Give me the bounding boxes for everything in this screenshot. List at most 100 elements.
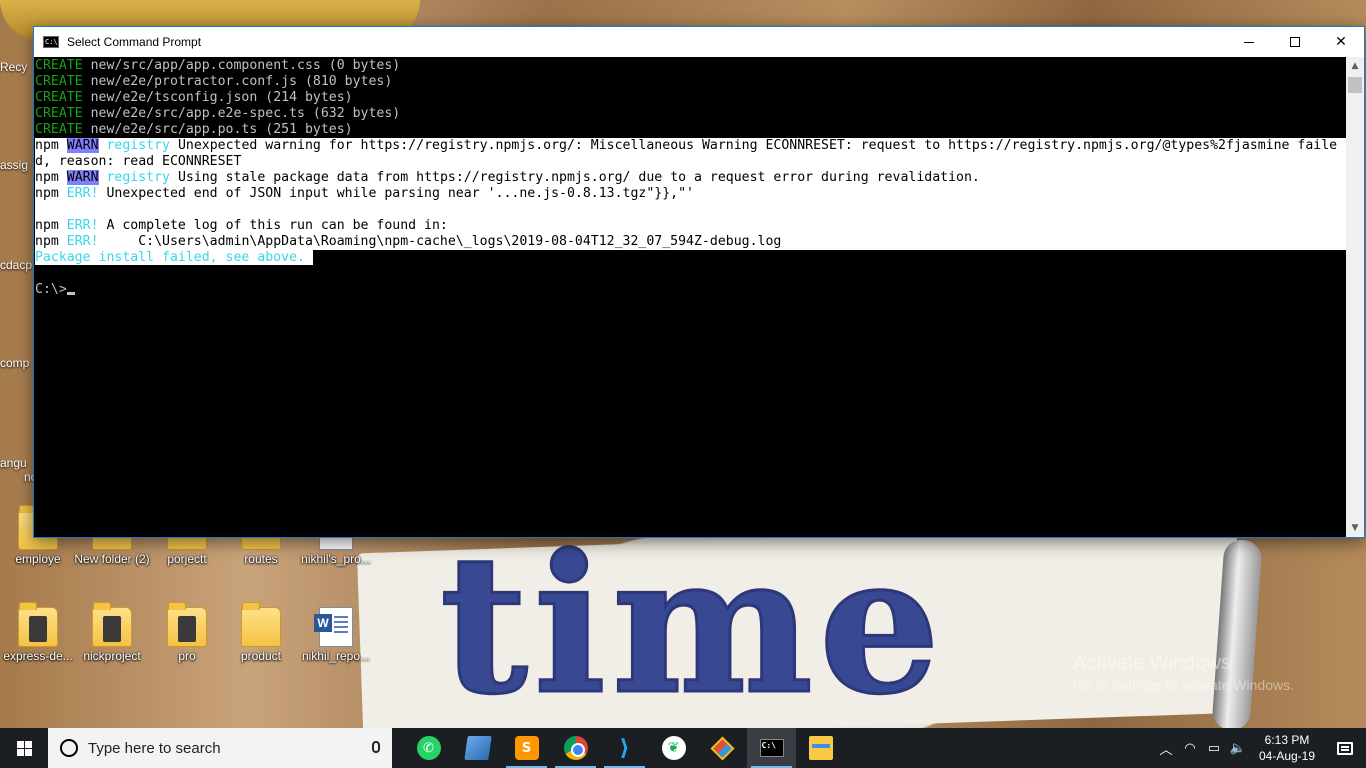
battery-icon[interactable]: ▭ [1202, 728, 1226, 768]
computer-icon [463, 736, 492, 760]
terminal-line: Package install failed, see above. [35, 250, 1347, 266]
desktop-icon-pro[interactable]: pro [149, 602, 225, 663]
maximize-button[interactable] [1272, 27, 1318, 57]
close-button[interactable]: ✕ [1318, 27, 1364, 57]
terminal-line-selected: d, reason: read ECONNRESET [35, 154, 1347, 170]
cmd-icon: C:\ [759, 739, 784, 757]
err-tag: ERR! [66, 186, 99, 201]
taskbar-app-sublime[interactable]: S [502, 728, 551, 768]
terminal-line-selected: npm ERR! Unexpected end of JSON input wh… [35, 186, 1347, 202]
create-tag: CREATE [35, 90, 83, 105]
text-cursor [66, 292, 75, 295]
create-tag: CREATE [35, 58, 83, 73]
clock-time: 6:13 PM [1264, 733, 1310, 747]
prompt-text: C:\> [35, 282, 67, 297]
desktop-icon-label: porjectt [167, 552, 207, 566]
desktop-icon-label-partial[interactable]: comp [0, 356, 29, 370]
terminal-text: new/e2e/src/app.e2e-spec.ts (632 bytes) [82, 106, 401, 121]
terminal-prompt-line[interactable]: C:\> [35, 282, 1347, 298]
start-button[interactable] [0, 728, 48, 768]
install-failed-text: Package install failed, see above. [35, 250, 313, 265]
clock-date: 04-Aug-19 [1258, 749, 1316, 763]
desktop-icon-express-de[interactable]: express-de... [0, 602, 76, 663]
desktop-icon-label-partial[interactable]: assig [0, 158, 28, 172]
terminal-text: Unexpected end of JSON input while parsi… [98, 186, 694, 201]
taskbar-app-vscode[interactable]: ⟩ [600, 728, 649, 768]
taskbar-clock[interactable]: 6:13 PM 04-Aug-19 [1250, 732, 1324, 764]
search-placeholder: Type here to search [88, 739, 221, 757]
command-prompt-window[interactable]: C:\ Select Command Prompt ✕ CREATE new/s… [33, 26, 1365, 538]
desktop-icon-label-partial[interactable]: Recy [0, 60, 27, 74]
window-titlebar[interactable]: C:\ Select Command Prompt ✕ [34, 27, 1364, 57]
activate-windows-title: Activate Windows [1073, 652, 1231, 674]
npm-prefix: npm [35, 138, 67, 153]
terminal-text: A complete log of this run can be found … [98, 218, 448, 233]
warn-tag: WARN [66, 138, 99, 153]
npm-prefix: npm [35, 186, 67, 201]
terminal-output[interactable]: CREATE new/src/app/app.component.css (0 … [34, 57, 1347, 537]
taskbar-app-whatsapp[interactable]: ✆ [404, 728, 453, 768]
npm-prefix: npm [35, 170, 67, 185]
desktop-icon-label-partial[interactable]: angu [0, 456, 27, 470]
create-tag: CREATE [35, 106, 83, 121]
taskbar-app-file-explorer[interactable] [796, 728, 845, 768]
sublime-icon: S [514, 736, 539, 760]
cortana-search-icon [60, 739, 78, 757]
folder-icon [808, 736, 833, 760]
minimize-button[interactable] [1226, 27, 1272, 57]
desktop-icon-label: pro [178, 649, 196, 663]
scroll-down-arrow-icon[interactable]: ▼ [1346, 519, 1364, 537]
err-tag: ERR! [66, 218, 99, 233]
terminal-line: CREATE new/e2e/tsconfig.json (214 bytes) [35, 90, 1347, 106]
desktop-icon-nikhil-repo[interactable]: nikhil_repo... [298, 607, 374, 663]
terminal-text: new/e2e/src/app.po.ts (251 bytes) [82, 122, 353, 137]
activate-windows-subtitle: Go to Settings to activate Windows. [1073, 677, 1294, 693]
taskbar-search-box[interactable]: Type here to search [48, 728, 392, 768]
terminal-text: Using stale package data from https://re… [170, 170, 980, 185]
create-tag: CREATE [35, 74, 83, 89]
vscode-icon: ⟩ [619, 735, 630, 761]
wifi-icon[interactable]: ◠ [1178, 728, 1202, 768]
terminal-line: CREATE new/e2e/src/app.e2e-spec.ts (632 … [35, 106, 1347, 122]
window-title: Select Command Prompt [67, 35, 202, 49]
taskbar-app-git[interactable] [698, 728, 747, 768]
desktop-icon-nickproject[interactable]: nickproject [74, 602, 150, 663]
err-tag: ERR! [66, 234, 99, 249]
terminal-text: new/e2e/protractor.conf.js (810 bytes) [82, 74, 393, 89]
desktop-icon-label: New folder (2) [74, 552, 150, 566]
microphone-icon[interactable] [372, 741, 380, 753]
terminal-line-selected [35, 202, 1347, 218]
volume-icon[interactable]: 🔈 [1226, 728, 1250, 768]
scroll-up-arrow-icon[interactable]: ▲ [1346, 57, 1364, 75]
desktop-icon-product[interactable]: product [223, 602, 299, 663]
action-center-button[interactable] [1324, 728, 1366, 768]
terminal-text: d, reason: read ECONNRESET [35, 154, 242, 169]
terminal-line: CREATE new/src/app/app.component.css (0 … [35, 58, 1347, 74]
desktop-icon-label: routes [244, 552, 278, 566]
show-hidden-icons-chevron-icon[interactable]: ︿ [1154, 728, 1178, 768]
vertical-scrollbar[interactable]: ▲ ▼ [1346, 57, 1364, 537]
scroll-thumb[interactable] [1348, 77, 1362, 93]
folder-icon [167, 602, 207, 647]
taskbar-app-mongodb[interactable]: ❦ [649, 728, 698, 768]
terminal-line-selected: npm WARN registry Unexpected warning for… [35, 138, 1347, 154]
desktop-icon-label: employe [15, 552, 61, 566]
close-icon: ✕ [1335, 34, 1347, 50]
whatsapp-icon: ✆ [416, 736, 441, 760]
folder-icon [241, 602, 281, 647]
taskbar-app-command-prompt[interactable]: C:\ [747, 728, 796, 768]
npm-prefix: npm [35, 234, 67, 249]
terminal-text: Unexpected warning for https://registry.… [170, 138, 1338, 153]
terminal-line-selected: npm WARN registry Using stale package da… [35, 170, 1347, 186]
desktop-icon-label: express-de... [3, 649, 73, 663]
desktop-icon-label-partial[interactable]: cdacp [0, 258, 32, 272]
window-controls: ✕ [1226, 27, 1364, 57]
desktop-icon-label: nickproject [83, 649, 141, 663]
chrome-icon [563, 736, 588, 760]
desktop-icon-label: product [240, 649, 282, 663]
terminal-line: CREATE new/e2e/protractor.conf.js (810 b… [35, 74, 1347, 90]
taskbar-app-this-pc[interactable] [453, 728, 502, 768]
notifications-icon [1337, 741, 1353, 755]
taskbar-app-chrome[interactable] [551, 728, 600, 768]
registry-tag: registry [98, 170, 170, 185]
